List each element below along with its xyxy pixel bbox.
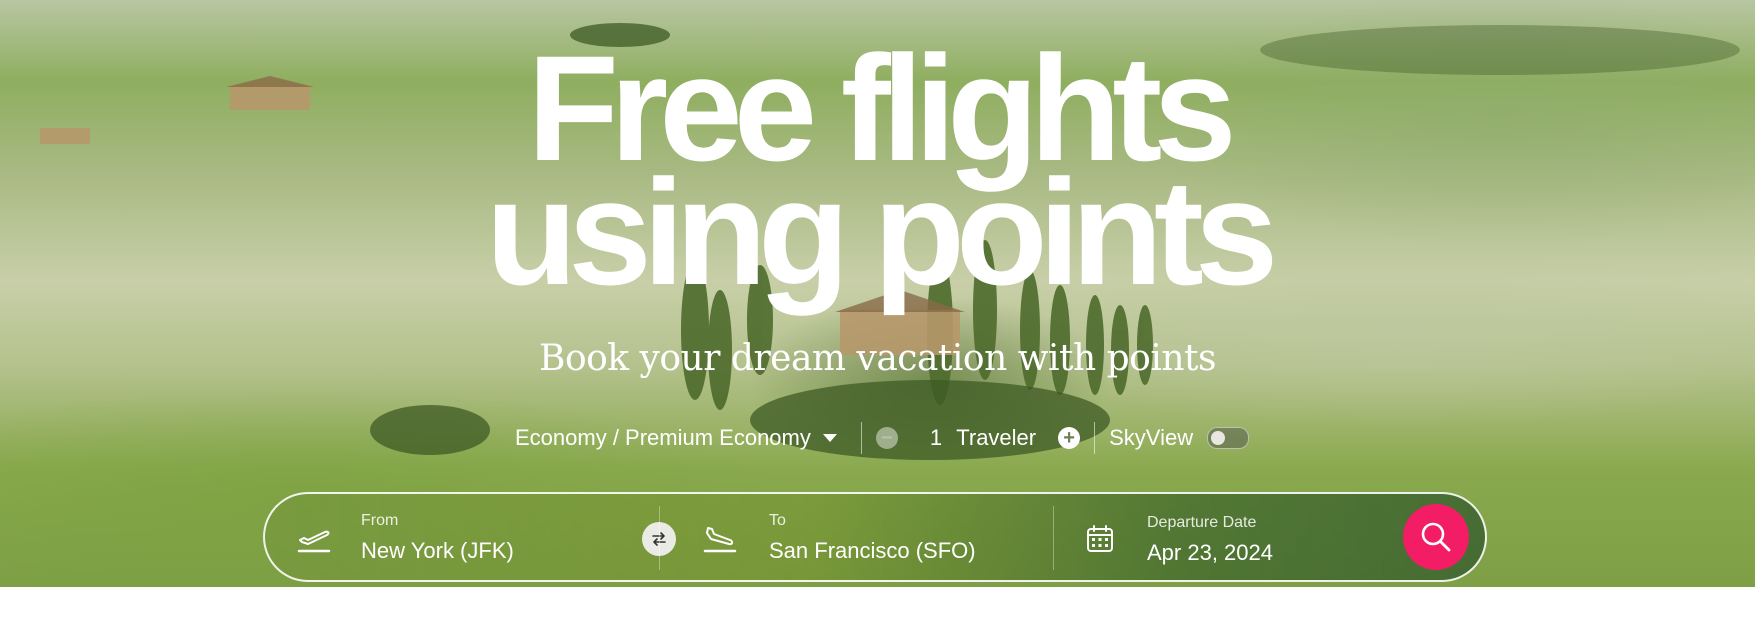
traveler-count: 1 Traveler bbox=[930, 425, 1036, 451]
toggle-knob bbox=[1211, 431, 1226, 445]
chevron-down-icon bbox=[822, 434, 837, 442]
divider bbox=[1053, 506, 1054, 570]
takeoff-icon bbox=[297, 530, 331, 553]
skyview-label: SkyView bbox=[1109, 425, 1194, 450]
divider bbox=[659, 506, 660, 570]
decrease-travelers-button[interactable]: − bbox=[875, 427, 898, 449]
plus-icon: + bbox=[1063, 427, 1075, 449]
hero-background: Free flights using points Book your drea… bbox=[0, 0, 1755, 587]
minus-icon: − bbox=[881, 427, 893, 449]
search-icon bbox=[1421, 522, 1451, 552]
hero-subtitle: Book your dream vacation with points bbox=[538, 338, 1217, 379]
traveler-count-number: 1 bbox=[929, 425, 943, 450]
to-label: To bbox=[769, 512, 786, 529]
to-value: San Francisco (SFO) bbox=[769, 538, 976, 563]
cabin-class-label: Economy / Premium Economy bbox=[515, 425, 811, 450]
increase-travelers-button[interactable]: + bbox=[1058, 427, 1081, 449]
flight-search-bar: From New York (JFK) To San Francisco (SF… bbox=[263, 492, 1487, 582]
from-field[interactable]: From New York (JFK) bbox=[361, 494, 621, 580]
departure-date-label: Departure Date bbox=[1147, 514, 1257, 531]
headline-line-2: using points bbox=[485, 148, 1279, 316]
skyview-toggle[interactable] bbox=[1207, 427, 1250, 449]
divider bbox=[860, 422, 862, 454]
search-button[interactable] bbox=[1403, 504, 1469, 570]
cabin-class-dropdown[interactable]: Economy / Premium Economy bbox=[515, 425, 837, 451]
from-value: New York (JFK) bbox=[361, 538, 514, 563]
calendar-icon bbox=[1087, 525, 1113, 552]
departure-date-value: Apr 23, 2024 bbox=[1147, 540, 1273, 565]
traveler-count-label: Traveler bbox=[956, 425, 1037, 450]
from-label: From bbox=[361, 512, 399, 529]
search-options: Economy / Premium Economy − 1 Traveler +… bbox=[515, 418, 1250, 458]
hero-headline: Free flights using points bbox=[0, 33, 1755, 316]
to-field[interactable]: To San Francisco (SFO) bbox=[769, 494, 1039, 580]
landing-icon bbox=[703, 527, 737, 553]
departure-date-field[interactable]: Departure Date Apr 23, 2024 bbox=[1147, 494, 1377, 580]
divider bbox=[1094, 422, 1096, 454]
